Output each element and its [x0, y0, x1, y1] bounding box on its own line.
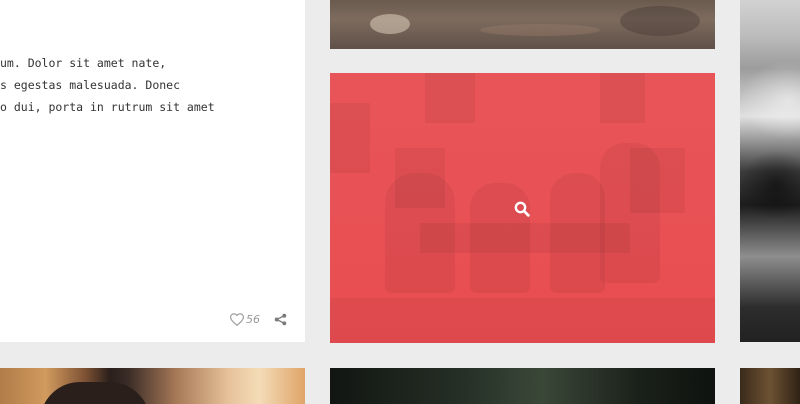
gallery-photo[interactable] — [0, 368, 305, 404]
photo-detail — [620, 6, 700, 36]
gallery-photo[interactable] — [740, 0, 800, 342]
like-count: 56 — [246, 312, 260, 326]
photo-detail — [330, 298, 715, 343]
post-meta: 56 — [230, 311, 287, 327]
photo-detail — [740, 60, 800, 140]
photo-detail — [40, 382, 150, 404]
photo-detail — [480, 24, 600, 36]
post-excerpt: um. Dolor sit amet nate, s egestas malesu… — [0, 52, 300, 118]
like-button[interactable]: 56 — [230, 313, 260, 326]
share-button[interactable] — [274, 313, 287, 326]
share-icon — [274, 313, 287, 325]
photo-detail — [420, 223, 630, 253]
photo-detail — [740, 150, 800, 220]
photo-detail — [330, 103, 370, 173]
heart-outline-icon — [230, 312, 244, 326]
gallery-photo[interactable] — [330, 0, 715, 49]
excerpt-line: um. Dolor sit amet nate, — [0, 56, 167, 70]
excerpt-line: s egestas malesuada. Donec — [0, 78, 181, 92]
photo-detail — [600, 143, 660, 283]
photo-detail — [370, 14, 410, 34]
search-icon[interactable] — [513, 200, 531, 218]
excerpt-line: o dui, porta in rutrum sit amet — [0, 100, 215, 114]
gallery-photo[interactable] — [330, 368, 715, 404]
gallery-photo[interactable] — [740, 368, 800, 404]
photo-detail — [600, 73, 645, 123]
photo-detail — [425, 73, 475, 123]
post-card: um. Dolor sit amet nate, s egestas malesu… — [0, 0, 305, 342]
gallery-photo-hover[interactable] — [330, 73, 715, 343]
